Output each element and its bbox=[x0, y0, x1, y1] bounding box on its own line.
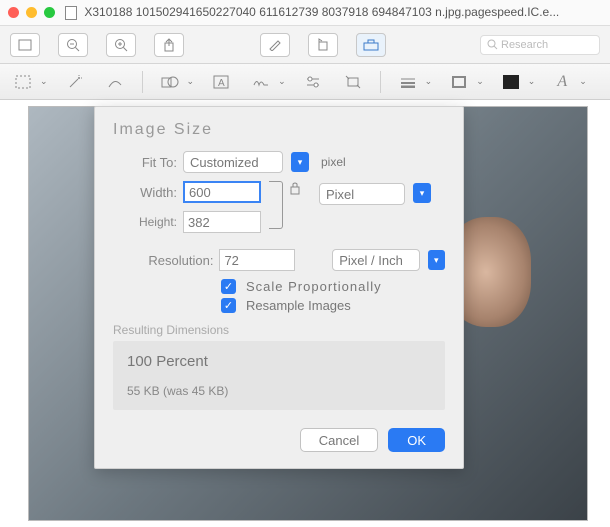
highlight-button[interactable] bbox=[260, 33, 290, 57]
rotate-icon bbox=[316, 38, 330, 52]
image-size-dialog: Image Size Fit To: Customized ▾ pixel Wi… bbox=[94, 106, 464, 469]
fill-color-button[interactable] bbox=[498, 71, 524, 93]
resample-images-label: Resample Images bbox=[246, 298, 351, 313]
text-style-icon: A bbox=[557, 73, 567, 91]
lock-aspect-button[interactable] bbox=[289, 181, 313, 195]
zoom-out-icon bbox=[66, 38, 80, 52]
dialog-title: Image Size bbox=[113, 121, 445, 139]
titlebar: X310188 101502941650227040 611612739 803… bbox=[0, 0, 610, 26]
separator bbox=[142, 71, 143, 93]
ok-button[interactable]: OK bbox=[388, 428, 445, 452]
window-title: X310188 101502941650227040 611612739 803… bbox=[65, 5, 602, 20]
zoom-window-button[interactable] bbox=[44, 7, 55, 18]
selection-tool[interactable] bbox=[10, 71, 36, 93]
pencil-curve-icon bbox=[107, 75, 123, 89]
text-style-button[interactable]: A bbox=[549, 71, 575, 93]
chevron-down-icon: ⌄ bbox=[278, 76, 286, 87]
chevron-down-icon: ⌄ bbox=[425, 76, 433, 87]
lock-icon bbox=[289, 181, 301, 195]
resulting-box: 100 Percent 55 KB (was 45 KB) bbox=[113, 341, 445, 410]
signature-icon bbox=[252, 75, 270, 89]
svg-text:A: A bbox=[218, 78, 225, 89]
document-icon bbox=[65, 6, 77, 20]
selection-icon bbox=[15, 75, 31, 89]
width-unit-select[interactable]: Pixel bbox=[319, 183, 405, 205]
fit-to-dropdown-button[interactable]: ▾ bbox=[291, 152, 309, 172]
scale-proportionally-checkbox[interactable]: ✓ bbox=[221, 279, 236, 294]
fit-unit-label: pixel bbox=[321, 155, 346, 169]
search-input[interactable]: Research bbox=[480, 35, 600, 55]
search-icon bbox=[487, 39, 498, 50]
chevron-down-icon: ⌄ bbox=[40, 76, 48, 87]
resulting-dimensions-label: Resulting Dimensions bbox=[113, 323, 445, 337]
main-toolbar: Research bbox=[0, 26, 610, 64]
adjust-size-tool[interactable] bbox=[340, 71, 366, 93]
height-label: Height: bbox=[113, 215, 177, 229]
markup-button[interactable] bbox=[356, 33, 386, 57]
adjust-color-tool[interactable] bbox=[300, 71, 326, 93]
zoom-in-icon bbox=[114, 38, 128, 52]
zoom-in-button[interactable] bbox=[106, 33, 136, 57]
window-controls bbox=[8, 7, 55, 18]
separator bbox=[380, 71, 381, 93]
sliders-icon bbox=[305, 75, 321, 89]
view-mode-button[interactable] bbox=[10, 33, 40, 57]
chevron-down-icon: ⌄ bbox=[528, 76, 536, 87]
shapes-tool[interactable] bbox=[157, 71, 183, 93]
resulting-size: 55 KB (was 45 KB) bbox=[127, 384, 431, 398]
zoom-out-button[interactable] bbox=[58, 33, 88, 57]
height-input[interactable]: 382 bbox=[183, 211, 261, 233]
chevron-down-icon: ⌄ bbox=[579, 76, 587, 87]
chevron-down-icon: ⌄ bbox=[187, 76, 195, 87]
line-style-button[interactable] bbox=[395, 71, 421, 93]
markup-toolbar: ⌄ ⌄ A ⌄ ⌄ ⌄ ⌄ A ⌄ bbox=[0, 64, 610, 100]
rotate-button[interactable] bbox=[308, 33, 338, 57]
wand-icon bbox=[67, 74, 83, 90]
text-tool[interactable]: A bbox=[208, 71, 234, 93]
color-swatch-icon bbox=[503, 75, 519, 89]
fit-to-label: Fit To: bbox=[113, 155, 177, 170]
resolution-label: Resolution: bbox=[113, 253, 213, 268]
scale-proportionally-label: Scale Proportionally bbox=[246, 279, 382, 294]
border-color-button[interactable] bbox=[446, 71, 472, 93]
fit-to-select[interactable]: Customized bbox=[183, 151, 283, 173]
rect-icon bbox=[18, 39, 32, 51]
resolution-unit-dropdown-button[interactable]: ▾ bbox=[428, 250, 445, 270]
close-window-button[interactable] bbox=[8, 7, 19, 18]
resulting-percent: 100 Percent bbox=[127, 353, 431, 370]
share-button[interactable] bbox=[154, 33, 184, 57]
sign-tool[interactable] bbox=[248, 71, 274, 93]
resize-icon bbox=[345, 75, 361, 89]
resolution-unit-select[interactable]: Pixel / Inch bbox=[332, 249, 419, 271]
toolbox-icon bbox=[363, 39, 379, 51]
width-input[interactable]: 600 bbox=[183, 181, 261, 203]
width-label: Width: bbox=[113, 185, 177, 200]
sketch-tool[interactable] bbox=[102, 71, 128, 93]
lines-icon bbox=[400, 76, 416, 88]
text-box-icon: A bbox=[213, 75, 229, 89]
width-unit-dropdown-button[interactable]: ▾ bbox=[413, 183, 431, 203]
cancel-button[interactable]: Cancel bbox=[300, 428, 378, 452]
highlighter-icon bbox=[268, 39, 282, 51]
chevron-down-icon: ⌄ bbox=[476, 76, 484, 87]
minimize-window-button[interactable] bbox=[26, 7, 37, 18]
link-bracket bbox=[269, 181, 283, 229]
instant-alpha-tool[interactable] bbox=[62, 71, 88, 93]
border-icon bbox=[451, 75, 467, 89]
share-icon bbox=[163, 38, 175, 52]
resample-images-checkbox[interactable]: ✓ bbox=[221, 298, 236, 313]
shapes-icon bbox=[161, 75, 179, 89]
image-canvas: Image Size Fit To: Customized ▾ pixel Wi… bbox=[0, 100, 610, 527]
resolution-input[interactable]: 72 bbox=[219, 249, 295, 271]
